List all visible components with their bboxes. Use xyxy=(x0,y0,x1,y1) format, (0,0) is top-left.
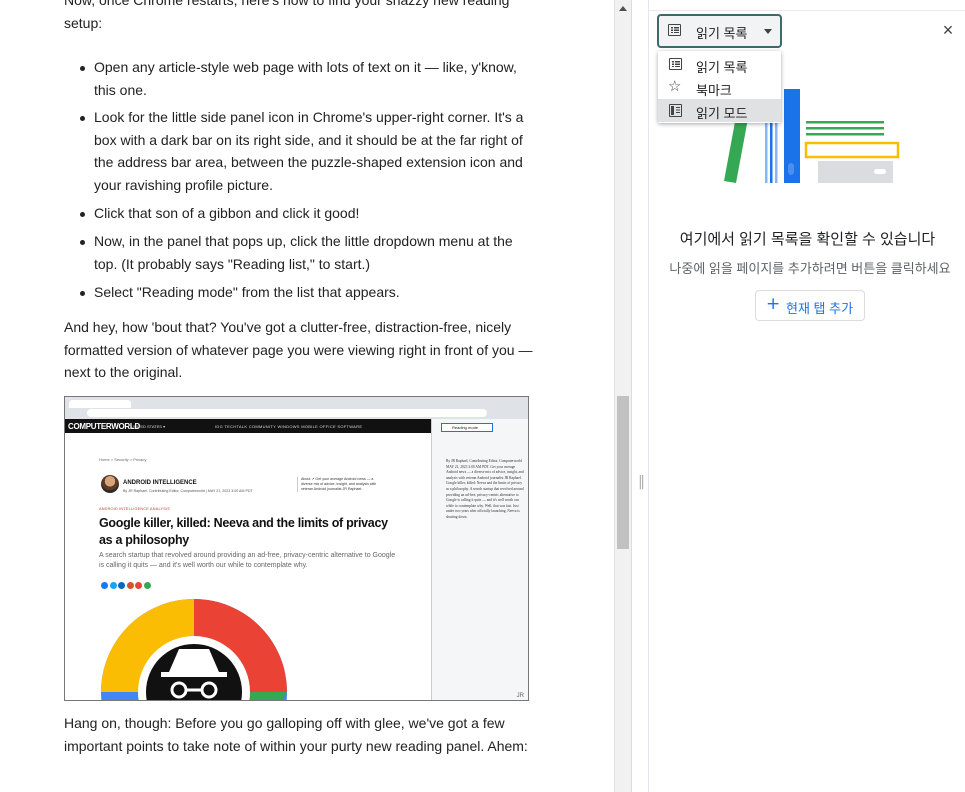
empty-state-title: 여기에서 읽기 목록을 확인할 수 있습니다 xyxy=(679,231,936,248)
bullet-icon xyxy=(80,240,85,245)
list-icon xyxy=(669,58,682,70)
reading-mode-icon xyxy=(669,104,682,117)
page-scrollbar[interactable] xyxy=(614,0,631,792)
incognito-logo-icon xyxy=(101,599,287,700)
side-panel-mode-dropdown[interactable]: 읽기 목록 xyxy=(657,14,782,48)
article-content: Now, once Chrome restarts, here's how to… xyxy=(0,0,614,792)
bullet-icon xyxy=(80,116,85,121)
menu-item-bookmarks[interactable]: ☆ 북마크 xyxy=(658,76,781,99)
mode-dropdown-menu: 읽기 목록 ☆ 북마크 읽기 모드 xyxy=(658,51,781,123)
bullet-icon xyxy=(80,291,85,296)
scroll-up-arrow-icon[interactable] xyxy=(615,0,631,17)
intro-paragraph: Now, once Chrome restarts, here's how to… xyxy=(64,0,510,31)
side-panel: ‖ 읽기 목록 × 읽기 목록 ☆ 북마크 읽기 모드 여기에서 읽기 목록을 … xyxy=(631,0,965,792)
article-screenshot-image: COMPUTERWORLD UNITED STATES ▾ IDG TECHTA… xyxy=(64,396,529,701)
close-button[interactable]: × xyxy=(937,19,959,41)
list-item: Open any article-style web page with lot… xyxy=(94,59,517,98)
list-item: Now, in the panel that pops up, click th… xyxy=(94,233,513,272)
site-logo: COMPUTERWORLD xyxy=(68,422,140,431)
drag-handle-icon[interactable]: ‖ xyxy=(638,474,645,490)
scrollbar-thumb[interactable] xyxy=(617,396,629,549)
breadcrumb: Home > Security > Privacy xyxy=(99,457,147,462)
article-headline: Google killer, killed: Neeva and the lim… xyxy=(99,516,388,547)
browser-chrome xyxy=(65,397,528,419)
bullet-icon xyxy=(80,212,85,217)
body-paragraph: And hey, how 'bout that? You've got a cl… xyxy=(64,319,533,380)
chevron-down-icon xyxy=(764,29,772,34)
share-icons xyxy=(101,576,152,594)
watermark: JR xyxy=(516,693,524,699)
author-avatar xyxy=(101,475,119,493)
add-current-tab-button[interactable]: + 현재 탭 추가 xyxy=(755,290,865,321)
list-item: Select "Reading mode" from the list that… xyxy=(94,284,400,300)
plus-icon: + xyxy=(766,294,781,314)
list-icon xyxy=(668,24,681,36)
body-paragraph: Hang on, though: Before you go galloping… xyxy=(64,715,528,754)
screenshot-side-panel: Reading mode By JR Raphael, Contributing… xyxy=(431,419,528,700)
star-icon: ☆ xyxy=(668,77,682,95)
menu-item-reading-list[interactable]: 읽기 목록 xyxy=(658,53,781,76)
empty-state-subtitle: 나중에 읽을 페이지를 추가하려면 버튼을 클릭하세요 xyxy=(669,261,951,276)
side-panel-resize-handle[interactable]: ‖ xyxy=(632,0,649,792)
list-item: Look for the little side panel icon in C… xyxy=(94,109,524,193)
list-item: Click that son of a gibbon and click it … xyxy=(94,205,360,221)
menu-item-reading-mode[interactable]: 읽기 모드 xyxy=(658,99,781,122)
bullet-icon xyxy=(80,66,85,71)
